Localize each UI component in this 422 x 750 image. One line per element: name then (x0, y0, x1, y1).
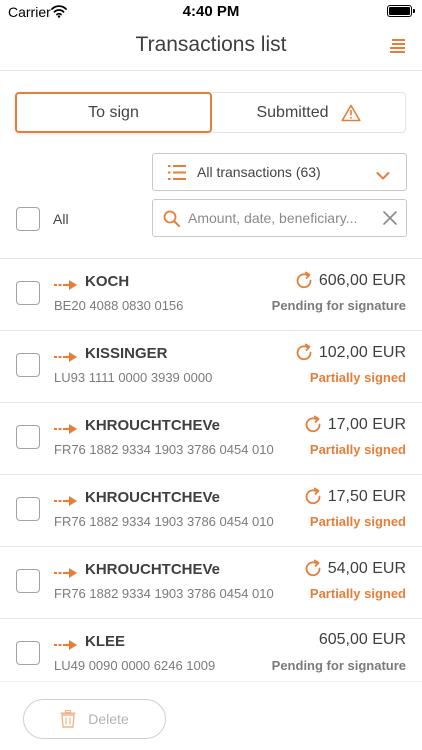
iban-text: FR76 1882 9334 1903 3786 0454 010 (54, 514, 274, 529)
amount-group: 17,50 EUR (303, 487, 406, 507)
amount-text: 54,00 EUR (327, 560, 406, 577)
status-text: Pending for signature (271, 658, 406, 673)
tab-to-sign[interactable]: To sign (15, 92, 212, 133)
status-text: Pending for signature (271, 298, 406, 313)
page-title: Transactions list (135, 33, 287, 56)
clock-time: 4:40 PM (182, 3, 240, 20)
amount-text: 102,00 EUR (318, 344, 406, 361)
transaction-row[interactable]: KISSINGER LU93 1111 0000 3939 0000 102,0… (0, 331, 422, 403)
iban-text: BE20 4088 0830 0156 (54, 298, 184, 313)
iban-text: LU93 1111 0000 3939 0000 (54, 370, 213, 385)
refresh-icon (303, 487, 323, 507)
amount-text: 605,00 EUR (318, 631, 406, 648)
filter-selected-value: All transactions (63) (197, 164, 321, 180)
amount-group: 17,00 EUR (303, 415, 406, 435)
amount-group: 102,00 EUR (294, 343, 406, 363)
amount-text: 17,50 EUR (327, 488, 406, 505)
outgoing-arrow-icon (54, 493, 78, 506)
select-all-checkbox[interactable] (16, 207, 40, 231)
transaction-checkbox[interactable] (16, 353, 40, 377)
transaction-row[interactable]: KHROUCHTCHEVe FR76 1882 9334 1903 3786 0… (0, 547, 422, 619)
beneficiary-name: KISSINGER (85, 345, 168, 362)
transaction-checkbox[interactable] (16, 641, 40, 665)
beneficiary-name: KHROUCHTCHEVe (85, 561, 221, 578)
clear-icon[interactable] (383, 211, 397, 225)
footer-bar: Delete (0, 681, 422, 750)
iban-text: FR76 1882 9334 1903 3786 0454 010 (54, 442, 274, 457)
transaction-checkbox[interactable] (16, 569, 40, 593)
search-box (152, 199, 407, 237)
amount-group: 54,00 EUR (303, 559, 406, 579)
transaction-row[interactable]: KLEE LU49 0090 0000 6246 1009 605,00 EUR… (0, 619, 422, 681)
beneficiary-name: KOCH (85, 273, 130, 290)
transactions-filter-dropdown[interactable]: All transactions (63) (152, 153, 407, 191)
warning-triangle-icon (340, 104, 361, 122)
search-input[interactable] (188, 208, 378, 228)
outgoing-arrow-icon (54, 637, 78, 650)
tab-submitted[interactable]: Submitted (212, 92, 406, 133)
chevron-down-icon (376, 168, 390, 180)
outgoing-arrow-icon (54, 565, 78, 578)
iban-text: FR76 1882 9334 1903 3786 0454 010 (54, 586, 274, 601)
outgoing-arrow-icon (54, 421, 78, 434)
delete-label: Delete (88, 711, 129, 727)
select-all-label: All (53, 211, 69, 227)
amount-group: 606,00 EUR (294, 271, 406, 291)
trash-icon (60, 709, 76, 728)
segmented-control: To sign Submitted (15, 92, 406, 133)
outgoing-arrow-icon (54, 277, 78, 290)
refresh-icon (294, 343, 314, 363)
status-text: Partially signed (309, 514, 406, 529)
iban-text: LU49 0090 0000 6246 1009 (54, 658, 216, 673)
nav-header: Transactions list (0, 24, 422, 71)
tab-to-sign-label: To sign (88, 103, 139, 121)
beneficiary-name: KLEE (85, 633, 126, 650)
transactions-list: KOCH BE20 4088 0830 0156 606,00 EUR Pend… (0, 258, 422, 681)
search-icon (163, 210, 180, 227)
tab-submitted-label: Submitted (256, 103, 329, 121)
transaction-checkbox[interactable] (16, 497, 40, 521)
menu-lines-icon[interactable] (390, 38, 406, 54)
amount-group: 605,00 EUR (319, 631, 406, 649)
transaction-row[interactable]: KHROUCHTCHEVe FR76 1882 9334 1903 3786 0… (0, 475, 422, 547)
transaction-row[interactable]: KHROUCHTCHEVe FR76 1882 9334 1903 3786 0… (0, 403, 422, 475)
transaction-row[interactable]: KOCH BE20 4088 0830 0156 606,00 EUR Pend… (0, 259, 422, 331)
transaction-checkbox[interactable] (16, 425, 40, 449)
refresh-icon (294, 271, 314, 291)
amount-text: 606,00 EUR (318, 272, 406, 289)
status-text: Partially signed (309, 442, 406, 457)
list-icon (168, 165, 186, 180)
beneficiary-name: KHROUCHTCHEVe (85, 489, 221, 506)
refresh-icon (303, 559, 323, 579)
refresh-icon (303, 415, 323, 435)
amount-text: 17,00 EUR (327, 416, 406, 433)
battery-icon (387, 5, 415, 17)
transaction-checkbox[interactable] (16, 281, 40, 305)
beneficiary-name: KHROUCHTCHEVe (85, 417, 221, 434)
status-bar: Carrier 4:40 PM (0, 0, 422, 24)
status-text: Partially signed (309, 586, 406, 601)
status-text: Partially signed (309, 370, 406, 385)
delete-button[interactable]: Delete (23, 699, 166, 739)
outgoing-arrow-icon (54, 349, 78, 362)
